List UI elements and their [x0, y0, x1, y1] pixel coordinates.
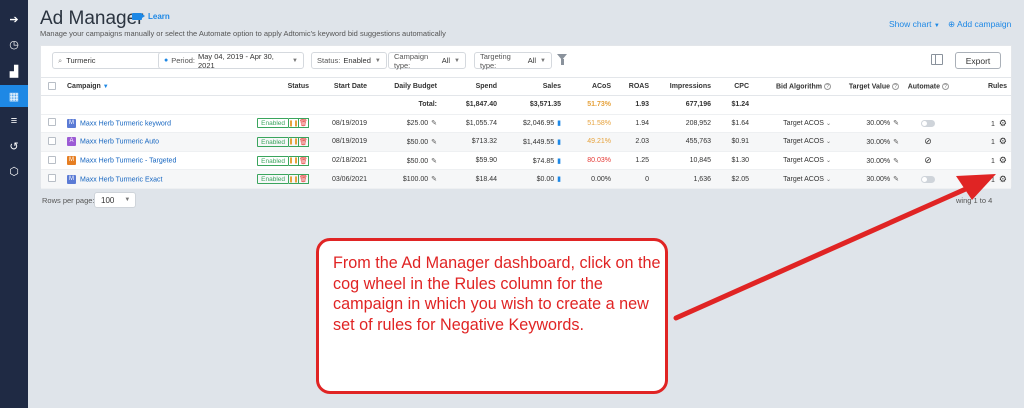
arrow-shaft	[673, 185, 971, 321]
callout-text: From the Ad Manager dashboard, click on …	[333, 254, 661, 334]
instruction-callout: From the Ad Manager dashboard, click on …	[316, 238, 668, 394]
arrow-head	[956, 174, 996, 200]
